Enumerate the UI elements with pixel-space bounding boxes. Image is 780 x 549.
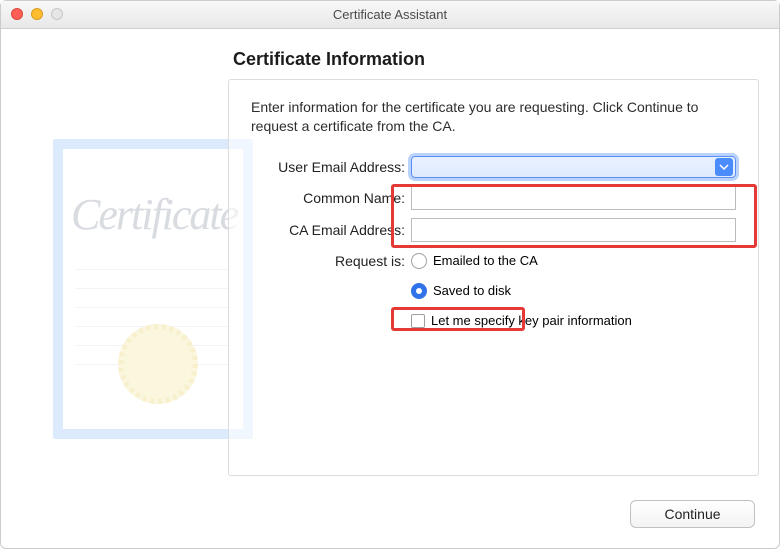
radio-icon: [411, 253, 427, 269]
titlebar: Certificate Assistant: [1, 1, 779, 29]
continue-button-label: Continue: [664, 506, 720, 522]
radio-saved-label: Saved to disk: [433, 283, 511, 298]
instructions-text: Enter information for the certificate yo…: [251, 98, 736, 136]
continue-button[interactable]: Continue: [630, 500, 755, 528]
close-icon[interactable]: [11, 8, 23, 20]
minimize-icon[interactable]: [31, 8, 43, 20]
certificate-illustration: Certificate: [53, 139, 253, 439]
content-area: Certificate Certificate Information Ente…: [13, 29, 767, 536]
specify-key-pair-checkbox[interactable]: Let me specify key pair information: [411, 310, 632, 332]
form-panel: Enter information for the certificate yo…: [228, 79, 759, 476]
radio-saved-to-disk[interactable]: Saved to disk: [411, 280, 511, 302]
seal-icon: [118, 324, 198, 404]
page-title: Certificate Information: [233, 49, 425, 70]
checkbox-icon: [411, 314, 425, 328]
zoom-icon: [51, 8, 63, 20]
radio-emailed-label: Emailed to the CA: [433, 253, 538, 268]
chevron-down-icon[interactable]: [715, 158, 733, 176]
user-email-label: User Email Address:: [251, 159, 411, 175]
ca-email-input[interactable]: [411, 218, 736, 242]
ca-email-label: CA Email Address:: [251, 222, 411, 238]
radio-emailed-to-ca[interactable]: Emailed to the CA: [411, 250, 538, 272]
window-controls: [11, 8, 63, 20]
specify-key-pair-label: Let me specify key pair information: [431, 313, 632, 328]
common-name-label: Common Name:: [251, 190, 411, 206]
request-label: Request is:: [251, 253, 411, 269]
certificate-illustration-word: Certificate: [71, 189, 241, 240]
user-email-combobox[interactable]: [411, 156, 736, 178]
window-title: Certificate Assistant: [333, 7, 447, 22]
radio-icon: [411, 283, 427, 299]
common-name-input[interactable]: [411, 186, 736, 210]
